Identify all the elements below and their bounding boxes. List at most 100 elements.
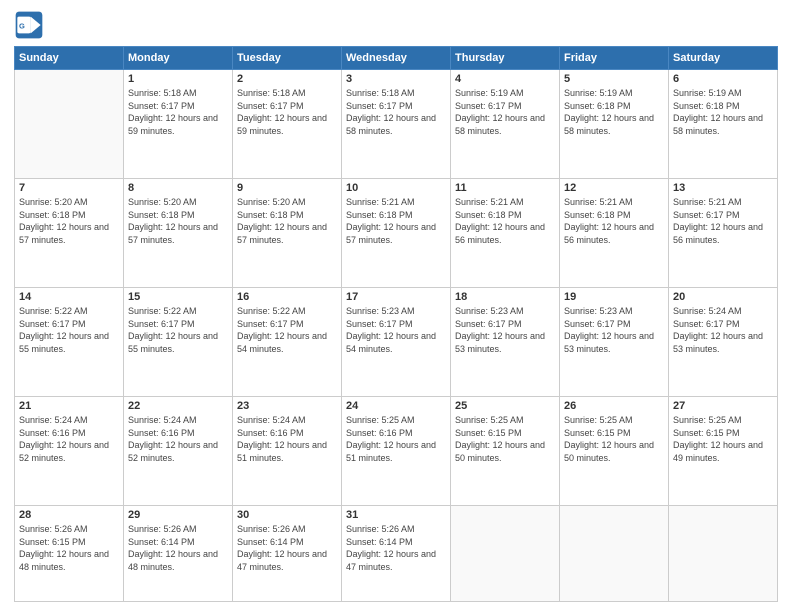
- day-info: Sunrise: 5:22 AMSunset: 6:17 PMDaylight:…: [19, 305, 119, 355]
- calendar-cell: 7 Sunrise: 5:20 AMSunset: 6:18 PMDaylight…: [15, 179, 124, 288]
- day-info: Sunrise: 5:19 AMSunset: 6:17 PMDaylight:…: [455, 87, 555, 137]
- weekday-header-row: SundayMondayTuesdayWednesdayThursdayFrid…: [15, 47, 778, 70]
- day-number: 10: [346, 182, 446, 194]
- day-info: Sunrise: 5:19 AMSunset: 6:18 PMDaylight:…: [673, 87, 773, 137]
- calendar-cell: 23Sunrise: 5:24 AMSunset: 6:16 PMDayligh…: [233, 397, 342, 506]
- calendar-cell: 22 Sunrise: 5:24 AMSunset: 6:16 PMDayligh…: [124, 397, 233, 506]
- day-info: Sunrise: 5:24 AMSunset: 6:16 PMDaylight:…: [128, 414, 228, 464]
- day-number: 16: [237, 291, 337, 303]
- day-info: Sunrise: 5:23 AMSunset: 6:17 PMDaylight:…: [346, 305, 446, 355]
- day-number: 9: [237, 182, 337, 194]
- weekday-header-sunday: Sunday: [15, 47, 124, 70]
- day-number: 4: [455, 73, 555, 85]
- calendar-cell: 20Sunrise: 5:24 AMSunset: 6:17 PMDayligh…: [669, 288, 778, 397]
- weekday-header-tuesday: Tuesday: [233, 47, 342, 70]
- day-number: 28: [19, 509, 119, 521]
- calendar-cell: 18 Sunrise: 5:23 AMSunset: 6:17 PMDayligh…: [451, 288, 560, 397]
- day-info: Sunrise: 5:21 AMSunset: 6:18 PMDaylight:…: [564, 196, 664, 246]
- day-number: 6: [673, 73, 773, 85]
- calendar-week-row: 1 Sunrise: 5:18 AMSunset: 6:17 PMDaylight…: [15, 70, 778, 179]
- calendar-cell: 5 Sunrise: 5:19 AMSunset: 6:18 PMDaylight…: [560, 70, 669, 179]
- calendar-cell: 28 Sunrise: 5:26 AMSunset: 6:15 PMDayligh…: [15, 506, 124, 602]
- day-number: 25: [455, 400, 555, 412]
- day-number: 15: [128, 291, 228, 303]
- day-number: 14: [19, 291, 119, 303]
- calendar-cell: 29 Sunrise: 5:26 AMSunset: 6:14 PMDayligh…: [124, 506, 233, 602]
- calendar-cell: 14 Sunrise: 5:22 AMSunset: 6:17 PMDayligh…: [15, 288, 124, 397]
- day-info: Sunrise: 5:24 AMSunset: 6:16 PMDaylight:…: [237, 414, 337, 464]
- day-number: 27: [673, 400, 773, 412]
- day-number: 5: [564, 73, 664, 85]
- day-number: 7: [19, 182, 119, 194]
- calendar-cell: 17 Sunrise: 5:23 AMSunset: 6:17 PMDayligh…: [342, 288, 451, 397]
- calendar-cell: 27Sunrise: 5:25 AMSunset: 6:15 PMDayligh…: [669, 397, 778, 506]
- calendar-cell: 15 Sunrise: 5:22 AMSunset: 6:17 PMDayligh…: [124, 288, 233, 397]
- day-number: 19: [564, 291, 664, 303]
- calendar-cell: 24 Sunrise: 5:25 AMSunset: 6:16 PMDayligh…: [342, 397, 451, 506]
- day-info: Sunrise: 5:25 AMSunset: 6:16 PMDaylight:…: [346, 414, 446, 464]
- day-info: Sunrise: 5:21 AMSunset: 6:17 PMDaylight:…: [673, 196, 773, 246]
- weekday-header-saturday: Saturday: [669, 47, 778, 70]
- day-info: Sunrise: 5:26 AMSunset: 6:15 PMDaylight:…: [19, 523, 119, 573]
- weekday-header-wednesday: Wednesday: [342, 47, 451, 70]
- day-number: 12: [564, 182, 664, 194]
- logo-icon: G: [14, 10, 44, 40]
- svg-text:G: G: [19, 21, 25, 30]
- day-number: 11: [455, 182, 555, 194]
- day-number: 13: [673, 182, 773, 194]
- day-info: Sunrise: 5:20 AMSunset: 6:18 PMDaylight:…: [19, 196, 119, 246]
- calendar-week-row: 14 Sunrise: 5:22 AMSunset: 6:17 PMDayligh…: [15, 288, 778, 397]
- day-info: Sunrise: 5:21 AMSunset: 6:18 PMDaylight:…: [346, 196, 446, 246]
- calendar-cell: 31 Sunrise: 5:26 AMSunset: 6:14 PMDayligh…: [342, 506, 451, 602]
- weekday-header-friday: Friday: [560, 47, 669, 70]
- day-number: 24: [346, 400, 446, 412]
- calendar-cell: 21Sunrise: 5:24 AMSunset: 6:16 PMDayligh…: [15, 397, 124, 506]
- day-number: 29: [128, 509, 228, 521]
- day-number: 31: [346, 509, 446, 521]
- header: G: [14, 10, 778, 40]
- calendar-cell: 6 Sunrise: 5:19 AMSunset: 6:18 PMDaylight…: [669, 70, 778, 179]
- calendar-cell: 26Sunrise: 5:25 AMSunset: 6:15 PMDayligh…: [560, 397, 669, 506]
- day-number: 1: [128, 73, 228, 85]
- day-info: Sunrise: 5:18 AMSunset: 6:17 PMDaylight:…: [237, 87, 337, 137]
- day-info: Sunrise: 5:26 AMSunset: 6:14 PMDaylight:…: [346, 523, 446, 573]
- day-number: 22: [128, 400, 228, 412]
- calendar-cell: 4 Sunrise: 5:19 AMSunset: 6:17 PMDaylight…: [451, 70, 560, 179]
- calendar-cell: 3Sunrise: 5:18 AMSunset: 6:17 PMDaylight…: [342, 70, 451, 179]
- day-info: Sunrise: 5:21 AMSunset: 6:18 PMDaylight:…: [455, 196, 555, 246]
- calendar-table: SundayMondayTuesdayWednesdayThursdayFrid…: [14, 46, 778, 602]
- logo: G: [14, 10, 48, 40]
- day-info: Sunrise: 5:18 AMSunset: 6:17 PMDaylight:…: [128, 87, 228, 137]
- calendar-cell: 8Sunrise: 5:20 AMSunset: 6:18 PMDaylight…: [124, 179, 233, 288]
- day-info: Sunrise: 5:26 AMSunset: 6:14 PMDaylight:…: [128, 523, 228, 573]
- day-info: Sunrise: 5:19 AMSunset: 6:18 PMDaylight:…: [564, 87, 664, 137]
- calendar-cell: 11 Sunrise: 5:21 AMSunset: 6:18 PMDayligh…: [451, 179, 560, 288]
- day-info: Sunrise: 5:18 AMSunset: 6:17 PMDaylight:…: [346, 87, 446, 137]
- day-info: Sunrise: 5:24 AMSunset: 6:17 PMDaylight:…: [673, 305, 773, 355]
- calendar-cell: 30Sunrise: 5:26 AMSunset: 6:14 PMDayligh…: [233, 506, 342, 602]
- calendar-week-row: 7 Sunrise: 5:20 AMSunset: 6:18 PMDaylight…: [15, 179, 778, 288]
- calendar-cell: 13 Sunrise: 5:21 AMSunset: 6:17 PMDayligh…: [669, 179, 778, 288]
- day-number: 17: [346, 291, 446, 303]
- calendar-cell: 12 Sunrise: 5:21 AMSunset: 6:18 PMDayligh…: [560, 179, 669, 288]
- calendar-cell: 2 Sunrise: 5:18 AMSunset: 6:17 PMDaylight…: [233, 70, 342, 179]
- day-number: 18: [455, 291, 555, 303]
- calendar-week-row: 21Sunrise: 5:24 AMSunset: 6:16 PMDayligh…: [15, 397, 778, 506]
- calendar-cell: [451, 506, 560, 602]
- calendar-week-row: 28 Sunrise: 5:26 AMSunset: 6:15 PMDayligh…: [15, 506, 778, 602]
- day-info: Sunrise: 5:20 AMSunset: 6:18 PMDaylight:…: [237, 196, 337, 246]
- day-info: Sunrise: 5:24 AMSunset: 6:16 PMDaylight:…: [19, 414, 119, 464]
- weekday-header-monday: Monday: [124, 47, 233, 70]
- page: G SundayMondayTuesdayWednesdayThursdayFr…: [0, 0, 792, 612]
- calendar-cell: 19 Sunrise: 5:23 AMSunset: 6:17 PMDayligh…: [560, 288, 669, 397]
- calendar-cell: [669, 506, 778, 602]
- day-info: Sunrise: 5:23 AMSunset: 6:17 PMDaylight:…: [564, 305, 664, 355]
- day-info: Sunrise: 5:22 AMSunset: 6:17 PMDaylight:…: [237, 305, 337, 355]
- day-number: 26: [564, 400, 664, 412]
- day-number: 30: [237, 509, 337, 521]
- day-number: 2: [237, 73, 337, 85]
- weekday-header-thursday: Thursday: [451, 47, 560, 70]
- day-info: Sunrise: 5:23 AMSunset: 6:17 PMDaylight:…: [455, 305, 555, 355]
- day-info: Sunrise: 5:22 AMSunset: 6:17 PMDaylight:…: [128, 305, 228, 355]
- day-info: Sunrise: 5:20 AMSunset: 6:18 PMDaylight:…: [128, 196, 228, 246]
